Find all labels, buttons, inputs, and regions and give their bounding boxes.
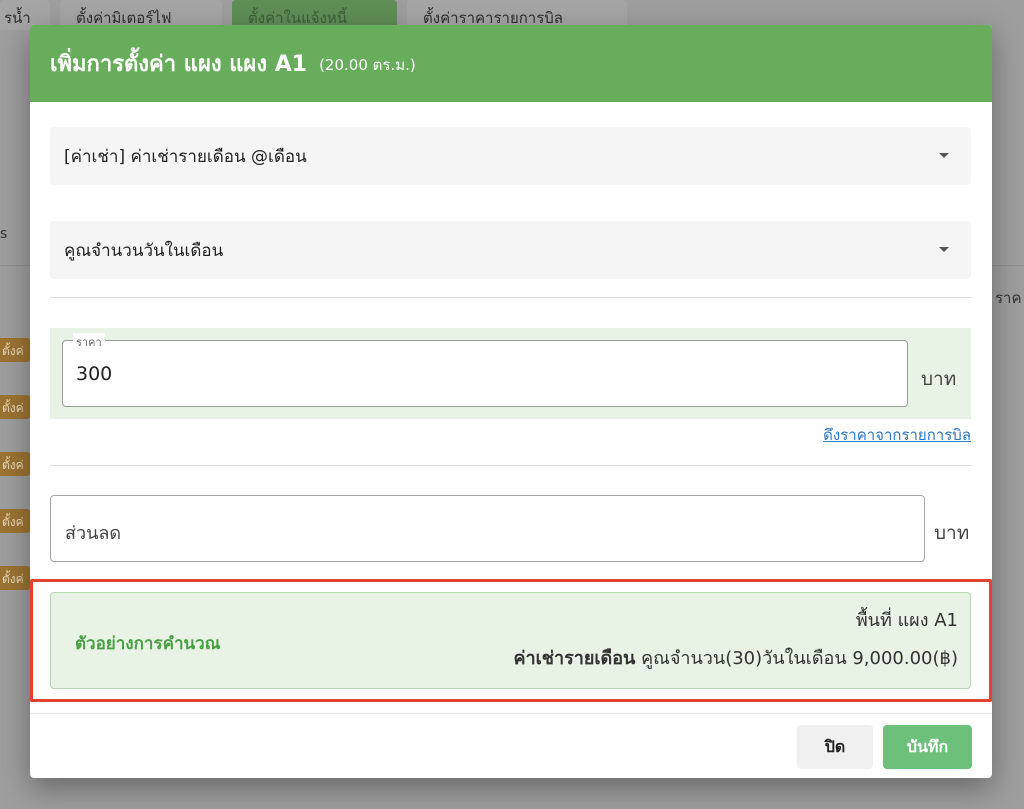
calculation-example: ตัวอย่างการคำนวณ พื้นที่ แผง A1 ค่าเช่าร… [50, 592, 971, 689]
bg-chip: ตั้งค่ [0, 338, 30, 362]
dialog-title: เพิ่มการตั้งค่า แผง แผง A1 [50, 52, 308, 77]
chevron-down-icon [939, 153, 949, 158]
price-label: ราคา [73, 333, 105, 351]
multiplier-value: คูณจำนวนวันในเดือน [64, 240, 224, 261]
calculation-fee-name: ค่าเช่ารายเดือน [513, 648, 636, 669]
bg-column-header-price: ราค [995, 289, 1022, 307]
save-button[interactable]: บันทึก [883, 725, 972, 769]
bg-column-fragment: s [0, 226, 8, 242]
price-unit: บาท [921, 368, 957, 390]
discount-input[interactable]: ส่วนลด [50, 495, 925, 562]
bg-divider [0, 265, 30, 266]
calculation-formula: ค่าเช่ารายเดือน คูณจำนวน(30)วันในเดือน 9… [513, 643, 958, 672]
calculation-label: ตัวอย่างการคำนวณ [75, 634, 221, 654]
fee-type-select[interactable]: [ค่าเช่า] ค่าเช่ารายเดือน @เดือน [50, 127, 971, 185]
dialog-header: เพิ่มการตั้งค่า แผง แผง A1 (20.00 ตร.ม.) [30, 25, 992, 102]
footer-divider [30, 713, 992, 714]
chevron-down-icon [939, 247, 949, 252]
multiplier-select[interactable]: คูณจำนวนวันในเดือน [50, 221, 971, 279]
section-divider [50, 297, 971, 298]
fee-type-value: [ค่าเช่า] ค่าเช่ารายเดือน @เดือน [64, 146, 307, 167]
bg-chip: ตั้งค่ [0, 566, 30, 590]
calculation-area: พื้นที่ แผง A1 [855, 610, 958, 631]
section-divider [50, 465, 971, 466]
bg-chip: ตั้งค่ [0, 509, 30, 533]
bg-chip: ตั้งค่ [0, 395, 30, 419]
close-button[interactable]: ปิด [797, 725, 873, 769]
price-input[interactable]: ราคา 300 [62, 333, 908, 407]
bg-chip: ตั้งค่ [0, 452, 30, 476]
discount-unit: บาท [934, 522, 970, 544]
bg-divider [992, 265, 1024, 266]
price-value: 300 [76, 363, 113, 385]
dialog-area-subtitle: (20.00 ตร.ม.) [319, 56, 416, 74]
price-section: ราคา 300 บาท [50, 328, 971, 419]
add-setting-dialog: เพิ่มการตั้งค่า แผง แผง A1 (20.00 ตร.ม.)… [30, 25, 992, 778]
discount-placeholder: ส่วนลด [65, 523, 122, 544]
pull-price-from-bill-link[interactable]: ดึงราคาจากรายการบิล [823, 423, 971, 447]
calculation-result: คูณจำนวน(30)วันในเดือน 9,000.00(฿) [641, 648, 958, 669]
